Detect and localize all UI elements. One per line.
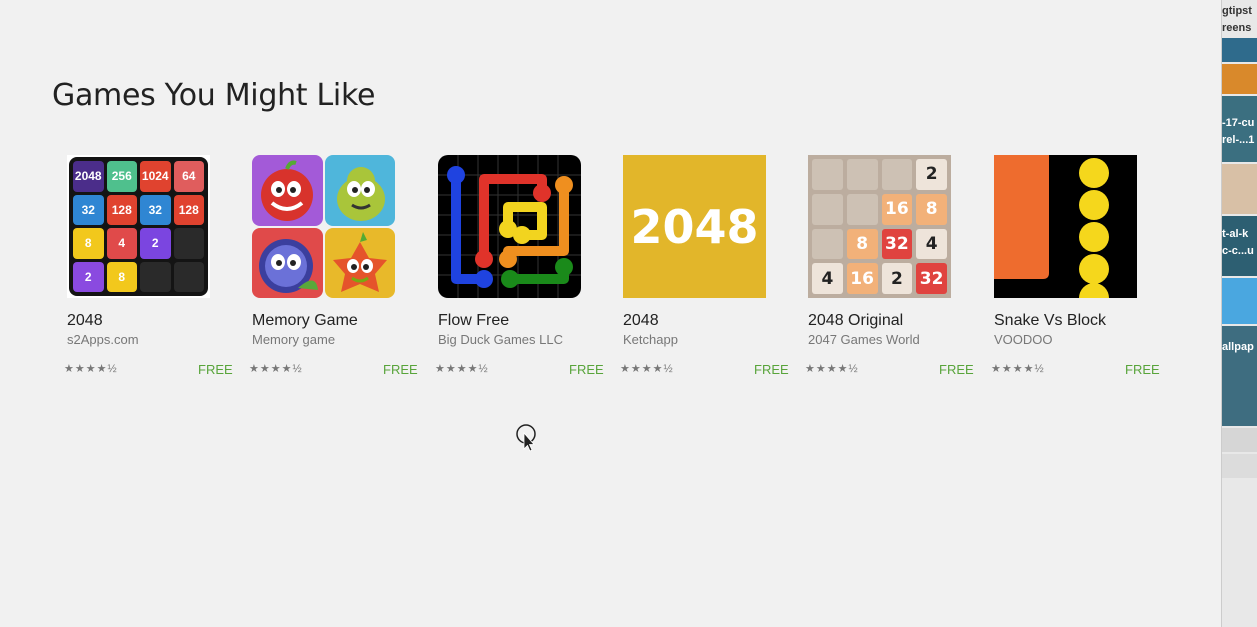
sliver-text: c-c...u	[1222, 245, 1254, 257]
price-label: FREE	[383, 362, 418, 377]
game-tile: 2	[881, 263, 913, 294]
app-name[interactable]: Snake Vs Block	[994, 312, 1106, 330]
thumbnail-image	[1222, 278, 1257, 324]
rating-stars: ★★★★½	[620, 363, 674, 375]
sliver-text: t-al-k	[1222, 228, 1249, 240]
game-tile: 8	[73, 228, 104, 259]
app-icon-2048-ketchapp[interactable]: 2048	[623, 155, 766, 298]
rating-stars: ★★★★½	[249, 363, 303, 375]
game-tile: 4	[106, 228, 137, 259]
game-tile: 2048	[73, 161, 104, 192]
price-label: FREE	[569, 362, 604, 377]
app-icon-snake-vs-block[interactable]	[994, 155, 1137, 298]
game-tile	[173, 228, 204, 259]
icon-2048-text: 2048	[630, 199, 759, 254]
app-name[interactable]: Flow Free	[438, 312, 509, 330]
sliver-text: allpap	[1222, 341, 1254, 353]
app-developer[interactable]: Big Duck Games LLC	[438, 332, 563, 347]
section-title: Games You Might Like	[52, 78, 376, 113]
sliver-text: -17-cu	[1222, 117, 1255, 129]
game-tile: 4	[812, 263, 843, 294]
game-tile: 64	[173, 161, 204, 192]
price-label: FREE	[198, 362, 233, 377]
game-tile: 4	[916, 228, 947, 260]
game-tile: 256	[106, 161, 137, 192]
thumbnail-image	[1222, 428, 1257, 452]
game-tile: 16	[881, 193, 913, 225]
game-tile: 2	[140, 228, 171, 259]
game-tile: 8	[106, 261, 137, 292]
game-tile	[846, 159, 878, 190]
game-tile: 16	[846, 263, 878, 294]
price-label: FREE	[939, 362, 974, 377]
game-tile: 1024	[140, 161, 171, 192]
app-name[interactable]: 2048	[623, 312, 659, 330]
app-icon-flow-free[interactable]	[438, 155, 581, 298]
game-tile: 32	[916, 263, 947, 294]
game-tile: 128	[106, 194, 137, 225]
game-tile	[173, 261, 204, 292]
game-tile	[846, 193, 878, 225]
game-tile: 32	[140, 194, 171, 225]
game-tile	[881, 159, 913, 190]
game-tile	[812, 193, 843, 225]
sliver-text: reens	[1222, 22, 1252, 34]
thumbnail-image	[1222, 64, 1257, 94]
app-icon-2048-original[interactable]: 2 16 8 8 32 4 4 16 2 32	[808, 155, 951, 298]
app-developer[interactable]: VOODOO	[994, 332, 1053, 347]
app-name[interactable]: 2048 Original	[808, 312, 903, 330]
thumbnail-image	[1222, 38, 1257, 62]
sliver-text: rel-...1	[1222, 134, 1255, 146]
app-icon-2048-s2apps[interactable]: 2048 256 1024 64 32 128 32 128 8 4 2 2 8	[67, 155, 210, 298]
game-tile: 128	[173, 194, 204, 225]
rating-stars: ★★★★½	[805, 363, 859, 375]
price-label: FREE	[754, 362, 789, 377]
thumbnail-image	[1222, 96, 1257, 162]
game-tile	[812, 159, 843, 190]
app-name[interactable]: 2048	[67, 312, 103, 330]
game-tile: 2	[73, 261, 104, 292]
app-developer[interactable]: s2Apps.com	[67, 332, 139, 347]
game-tile: 8	[916, 193, 947, 225]
rating-stars: ★★★★½	[435, 363, 489, 375]
background-window-sliver[interactable]: gtipst reens -17-cu rel-...1 t-al-k c-c.…	[1221, 0, 1257, 627]
app-developer[interactable]: Memory game	[252, 332, 335, 347]
thumbnail-image	[1222, 164, 1257, 214]
rating-stars: ★★★★½	[991, 363, 1045, 375]
price-label: FREE	[1125, 362, 1160, 377]
game-tile: 32	[73, 194, 104, 225]
app-developer[interactable]: Ketchapp	[623, 332, 678, 347]
game-tile: 8	[846, 228, 878, 260]
rating-stars: ★★★★½	[64, 363, 118, 375]
game-tile	[812, 228, 843, 260]
sliver-text: gtipst	[1222, 5, 1252, 17]
game-tile: 2	[916, 159, 947, 190]
app-developer[interactable]: 2047 Games World	[808, 332, 920, 347]
game-tile	[140, 261, 171, 292]
game-tile: 32	[881, 228, 913, 260]
app-icon-memory-game[interactable]	[252, 155, 395, 298]
app-name[interactable]: Memory Game	[252, 312, 358, 330]
thumbnail-image	[1222, 454, 1257, 478]
mouse-cursor-icon	[516, 424, 536, 452]
